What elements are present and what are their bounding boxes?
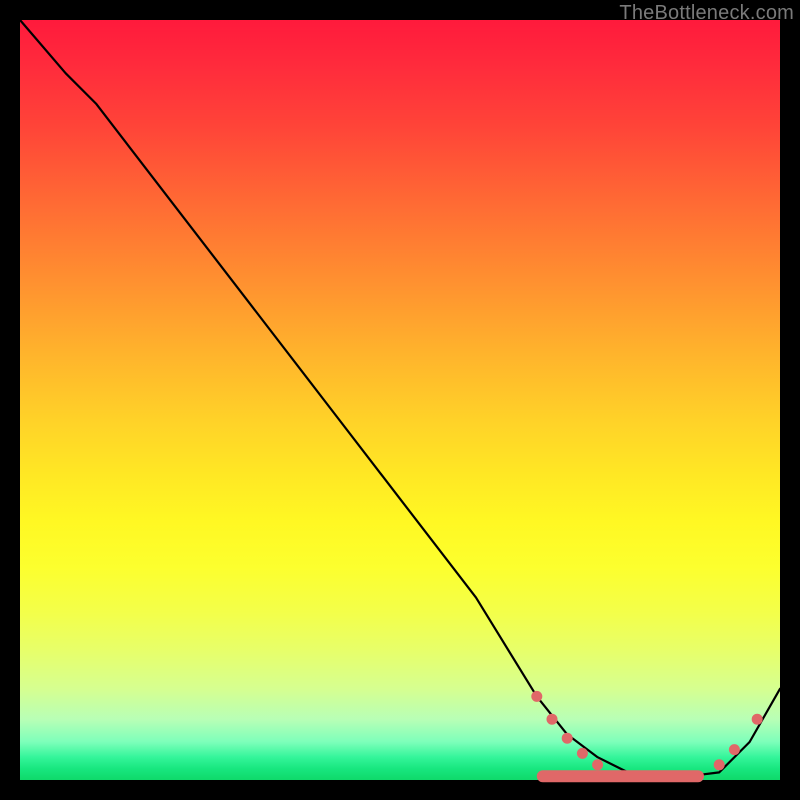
bottleneck-curve: [20, 20, 780, 776]
marker-layer: [532, 691, 762, 782]
curve-marker-1: [547, 714, 557, 724]
watermark-text: TheBottleneck.com: [619, 2, 794, 25]
curve-marker-3: [577, 748, 587, 758]
curve-marker-6: [729, 745, 739, 755]
valley-band: [537, 770, 704, 782]
curve-marker-7: [752, 714, 762, 724]
curve-marker-4: [593, 760, 603, 770]
curve-marker-0: [532, 691, 542, 701]
curve-marker-2: [562, 733, 572, 743]
chart-frame: TheBottleneck.com: [0, 0, 800, 800]
curve-layer: [20, 20, 780, 780]
plot-area: [20, 20, 780, 780]
curve-marker-5: [714, 760, 724, 770]
